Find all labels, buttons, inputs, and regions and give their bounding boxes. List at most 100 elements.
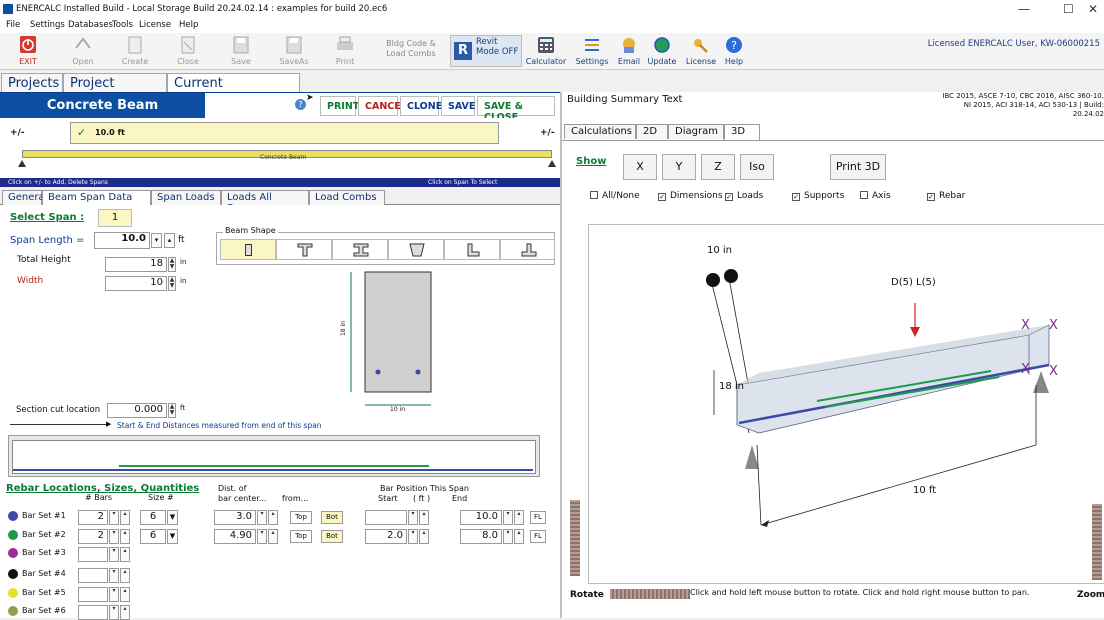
module-help-icon[interactable]: ? [295, 99, 306, 110]
axis-checkbox[interactable]: Axis [860, 191, 891, 201]
view-y-button[interactable]: Y [662, 154, 696, 180]
right-vertical-slider[interactable] [1092, 504, 1102, 580]
bar-set-2-end-down[interactable]: ▾ [503, 529, 513, 544]
3d-viewport[interactable]: X X X X 10 in D(5) L(5) 18 in 10 ft [588, 224, 1104, 584]
revit-mode-button[interactable]: R Revit Mode OFF [450, 35, 522, 67]
bar-set-5-count-up[interactable]: ▴ [120, 587, 130, 602]
tab-span-loads[interactable]: Span Loads [151, 190, 221, 205]
print-3d-button[interactable]: Print 3D [830, 154, 886, 180]
settings-button[interactable]: Settings [572, 34, 612, 68]
menu-tools[interactable]: Tools [112, 20, 133, 30]
span-length-stepper[interactable]: ▴ [164, 233, 175, 248]
bar-set-2-bot-button[interactable]: Bot [321, 530, 343, 543]
bar-set-3-count-up[interactable]: ▴ [120, 547, 130, 562]
span-length-dropdown[interactable]: ▾ [151, 233, 162, 248]
tab-project-manager[interactable]: Project Manager [63, 73, 167, 106]
bar-set-2-count-down[interactable]: ▾ [109, 529, 119, 544]
bar-set-1-end-up[interactable]: ▴ [514, 510, 524, 525]
shape-rectangle-button[interactable] [220, 239, 276, 260]
shape-tapered-button[interactable] [388, 239, 444, 260]
close-file-button[interactable]: Close [165, 34, 211, 68]
bar-set-2-top-button[interactable]: Top [290, 530, 312, 543]
section-cut-stepper[interactable]: ▲ ▼ [168, 403, 176, 418]
tab-3d[interactable]: 3D [724, 124, 760, 140]
help-button[interactable]: ? Help [716, 34, 752, 68]
print-file-button[interactable]: Print [322, 34, 368, 68]
bar-set-2-dist-down[interactable]: ▾ [257, 529, 267, 544]
supports-checkbox[interactable]: ✓ Supports [792, 191, 844, 201]
rebar-checkbox[interactable]: ✓ Rebar [927, 191, 965, 201]
width-input[interactable]: 10 [105, 276, 167, 291]
bar-set-5-count[interactable] [78, 587, 108, 602]
print-button[interactable]: PRINT [320, 96, 359, 116]
bar-set-1-size-dropdown[interactable]: ▼ [167, 510, 178, 525]
shape-inverted-tee-button[interactable] [500, 239, 555, 260]
remove-span-button[interactable]: +/- [540, 128, 555, 138]
bar-set-1-start-down[interactable]: ▾ [408, 510, 418, 525]
bar-set-1-size[interactable]: 6 [140, 510, 166, 525]
bar-set-3-count[interactable] [78, 547, 108, 562]
total-height-input[interactable]: 18 [105, 257, 167, 272]
width-stepper[interactable]: ▲ ▼ [168, 276, 176, 291]
rotate-slider[interactable] [610, 589, 690, 599]
create-button[interactable]: Create [112, 34, 158, 68]
close-window-button[interactable]: ✕ [1088, 2, 1098, 16]
bar-set-3-count-down[interactable]: ▾ [109, 547, 119, 562]
shape-ibeam-button[interactable] [332, 239, 388, 260]
bar-set-2-end[interactable]: 8.0 [460, 529, 502, 544]
bar-set-1-dist[interactable]: 3.0 [214, 510, 256, 525]
maximize-button[interactable]: ☐ [1063, 2, 1074, 16]
bar-set-1-fl-button[interactable]: FL [530, 511, 546, 524]
tab-load-combs[interactable]: Load Combs [309, 190, 385, 205]
shape-tee-button[interactable] [276, 239, 332, 260]
save-as-button[interactable]: SaveAs [271, 34, 317, 68]
tab-calculations[interactable]: Calculations [564, 124, 636, 139]
span-1-box[interactable]: ✓ 10.0 ft [70, 122, 499, 144]
bar-set-5-count-down[interactable]: ▾ [109, 587, 119, 602]
menu-file[interactable]: File [6, 20, 20, 30]
dimensions-checkbox[interactable]: ✓ Dimensions [658, 191, 723, 201]
menu-settings[interactable]: Settings [30, 20, 65, 30]
bar-set-1-top-button[interactable]: Top [290, 511, 312, 524]
tab-general[interactable]: General [2, 190, 47, 205]
save-close-button[interactable]: SAVE & CLOSE [477, 96, 555, 123]
bar-set-1-end[interactable]: 10.0 [460, 510, 502, 525]
bar-set-1-start[interactable] [365, 510, 407, 525]
bar-set-1-dist-up[interactable]: ▴ [268, 510, 278, 525]
clone-button[interactable]: CLONE [400, 96, 442, 116]
tab-beam-span-data[interactable]: Beam Span Data [42, 190, 151, 206]
bar-set-2-start[interactable]: 2.0 [365, 529, 407, 544]
bar-set-1-end-down[interactable]: ▾ [503, 510, 513, 525]
bar-set-2-count[interactable]: 2 [78, 529, 108, 544]
update-button[interactable]: Update [644, 34, 680, 68]
menu-databases[interactable]: Databases [68, 20, 113, 30]
bar-set-1-bot-button[interactable]: Bot [321, 511, 343, 524]
tab-current-calculation[interactable]: Current Calculation [167, 73, 300, 106]
bar-set-1-start-up[interactable]: ▴ [419, 510, 429, 525]
bar-set-2-size[interactable]: 6 [140, 529, 166, 544]
bar-set-1-dist-down[interactable]: ▾ [257, 510, 267, 525]
view-x-button[interactable]: X [623, 154, 657, 180]
loads-checkbox[interactable]: ✓ Loads [725, 191, 763, 201]
bar-set-1-count[interactable]: 2 [78, 510, 108, 525]
license-button[interactable]: License [682, 34, 720, 68]
bar-set-4-count-down[interactable]: ▾ [109, 568, 119, 583]
bar-set-1-count-stepper[interactable]: ▾ [109, 510, 119, 525]
minimize-button[interactable]: — [1018, 2, 1030, 16]
cancel-button[interactable]: CANCEL [358, 96, 407, 116]
menu-help[interactable]: Help [179, 20, 198, 30]
view-z-button[interactable]: Z [701, 154, 735, 180]
bar-set-4-count-up[interactable]: ▴ [120, 568, 130, 583]
bar-set-1-count-up[interactable]: ▴ [120, 510, 130, 525]
view-iso-button[interactable]: Iso [740, 154, 774, 180]
exit-button[interactable]: EXIT [5, 34, 51, 68]
span-length-input[interactable]: 10.0 [94, 232, 150, 249]
email-button[interactable]: Email [612, 34, 646, 68]
select-span-value[interactable]: 1 [98, 209, 132, 227]
section-cut-input[interactable]: 0.000 [107, 403, 167, 418]
tab-loads-all-spans[interactable]: Loads All Spans [221, 190, 309, 214]
left-vertical-slider[interactable] [570, 500, 580, 576]
bar-set-2-start-up[interactable]: ▴ [419, 529, 429, 544]
all-none-checkbox[interactable]: All/None [590, 191, 640, 201]
tab-projects[interactable]: Projects [1, 73, 63, 92]
